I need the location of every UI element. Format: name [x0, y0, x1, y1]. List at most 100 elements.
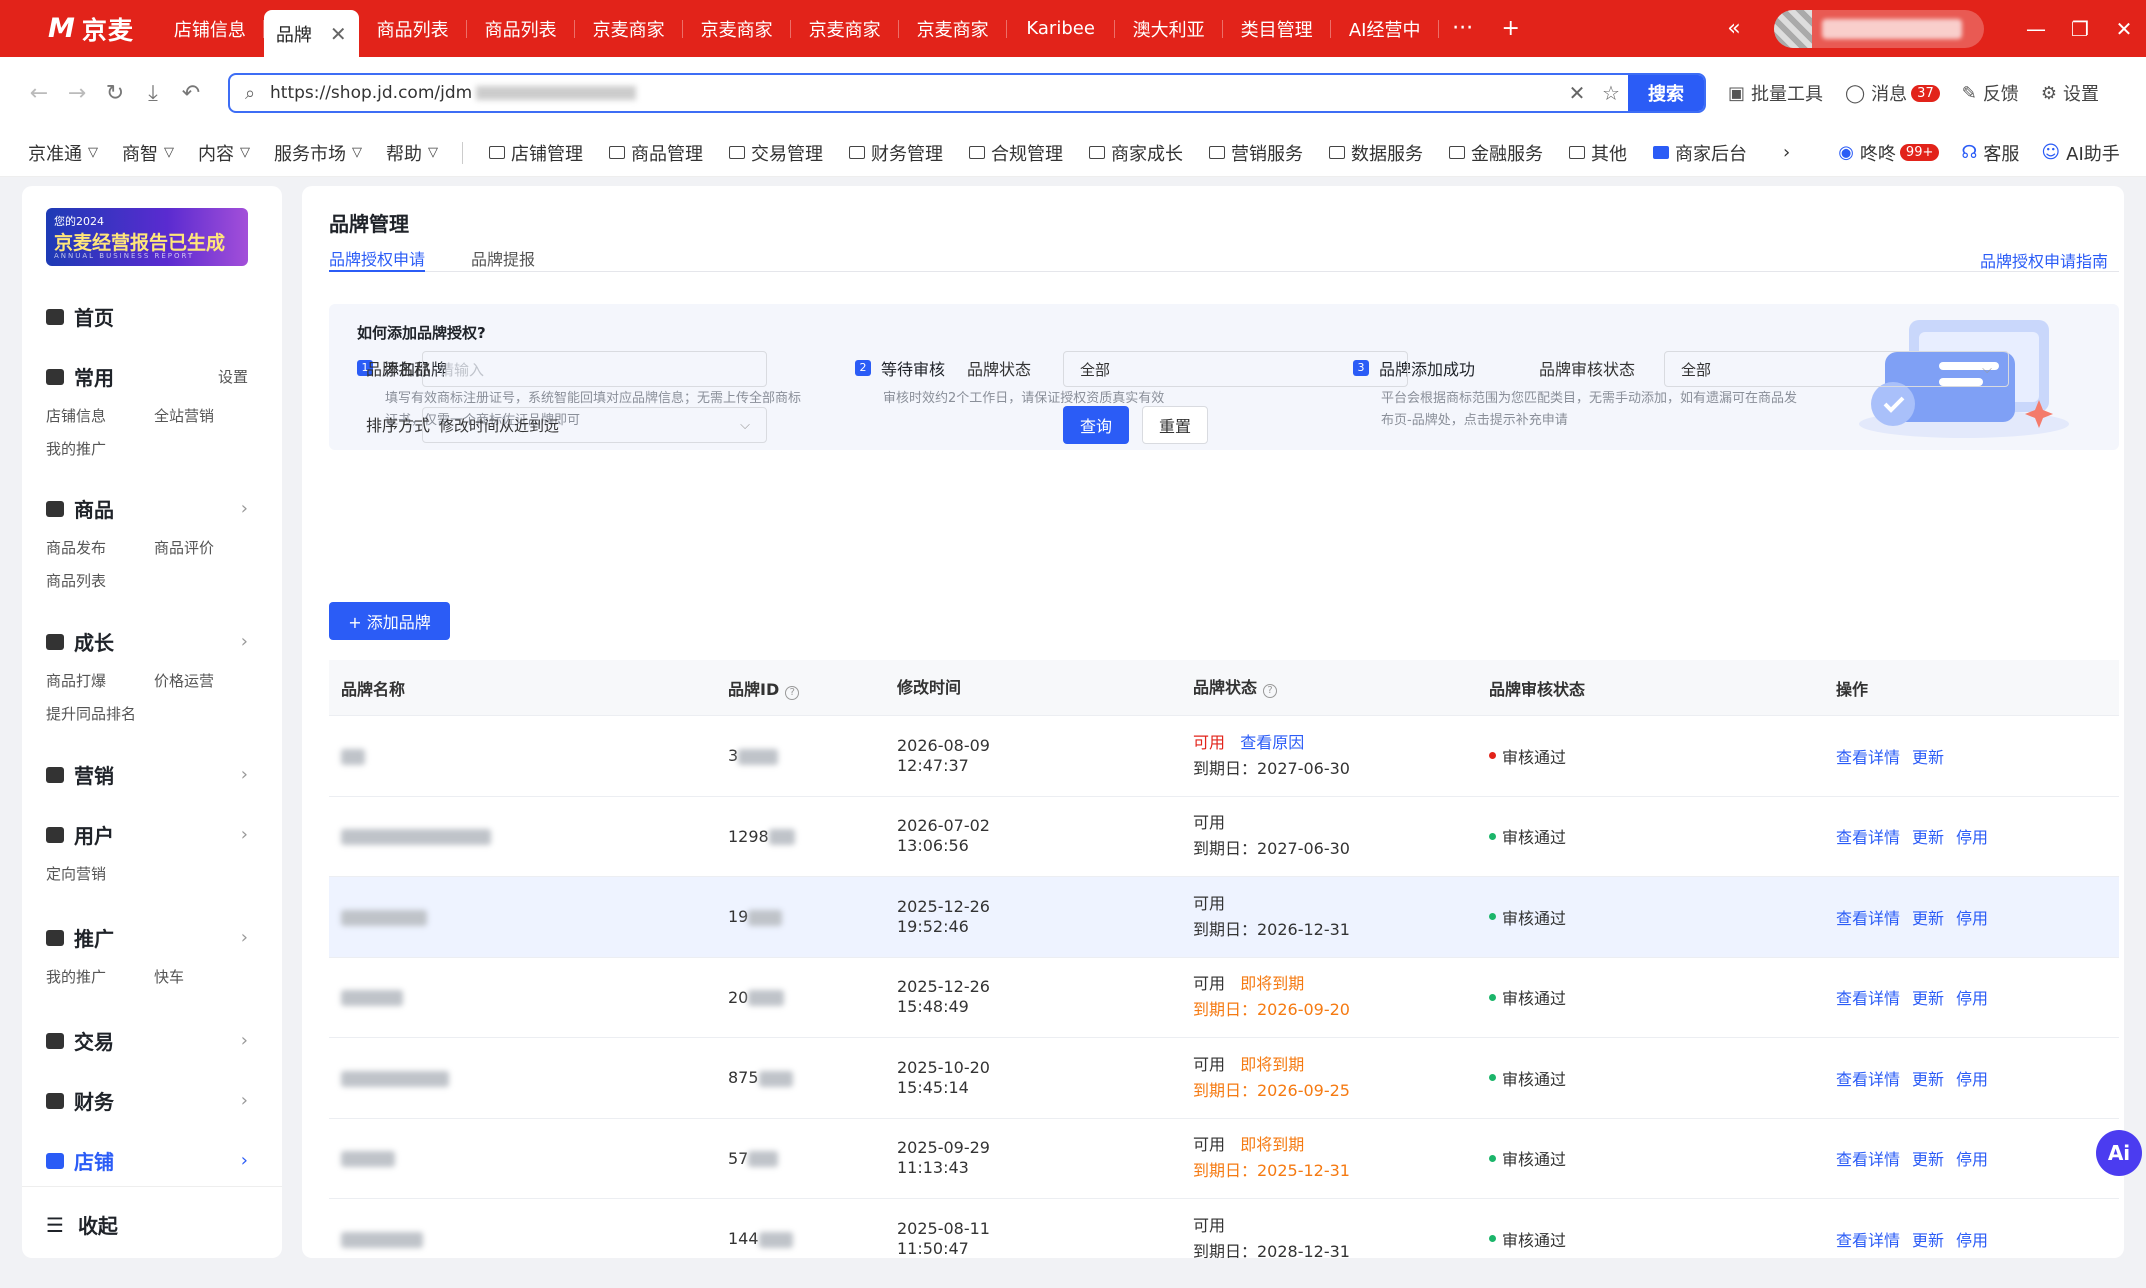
search-button[interactable]: 搜索	[1628, 75, 1704, 111]
disable-link[interactable]: 停用	[1956, 828, 1988, 847]
add-brand-button[interactable]: + 添加品牌	[329, 602, 450, 640]
disable-link[interactable]: 停用	[1956, 909, 1988, 928]
sidebar-subitem[interactable]: 商品评价	[154, 537, 262, 558]
browser-tab[interactable]: AI经营中	[1331, 0, 1439, 57]
more-tabs-icon[interactable]: ···	[1439, 16, 1487, 41]
close-icon[interactable]: ✕	[330, 22, 347, 46]
app-logo[interactable]: M 京麦	[0, 0, 156, 57]
menu-service-market[interactable]: 服务市场 ▽	[274, 140, 362, 166]
sidebar-subitem[interactable]: 商品发布	[46, 537, 154, 558]
disable-link[interactable]: 停用	[1956, 1150, 1988, 1169]
sidebar-subitem[interactable]: 定向营销	[46, 863, 154, 884]
sidebar-item-common[interactable]: 常用 设置	[46, 362, 266, 391]
sidebar-item-users[interactable]: 用户 ›	[46, 820, 266, 849]
link-other[interactable]: 其他	[1569, 140, 1627, 166]
star-icon[interactable]: ☆	[1594, 81, 1628, 105]
ai-assistant-fab[interactable]: Ai	[2096, 1130, 2142, 1176]
disable-link[interactable]: 停用	[1956, 1231, 1988, 1250]
update-link[interactable]: 更新	[1912, 828, 1944, 847]
back-icon[interactable]: ←	[20, 81, 58, 106]
menu-content[interactable]: 内容 ▽	[198, 140, 250, 166]
chevron-right-icon[interactable]: ›	[1783, 142, 1790, 163]
browser-tab[interactable]: 京麦商家	[899, 0, 1007, 57]
browser-tab[interactable]: 商品列表	[359, 0, 467, 57]
sidebar-subitem[interactable]: 全站营销	[154, 405, 262, 426]
audit-status-select[interactable]: 全部 ⌵	[1664, 351, 2009, 387]
customer-service-button[interactable]: ☊ 客服	[1961, 140, 2019, 166]
tab-brand-apply[interactable]: 品牌授权申请	[329, 246, 426, 272]
link-trade-management[interactable]: 交易管理	[729, 140, 823, 166]
restore-icon[interactable]: ❐	[2058, 17, 2102, 41]
messages-button[interactable]: ◯ 消息 37	[1845, 80, 1940, 106]
browser-tab[interactable]: 商品列表	[467, 0, 575, 57]
update-link[interactable]: 更新	[1912, 909, 1944, 928]
sidebar-subitem[interactable]: 价格运营	[154, 670, 262, 691]
view-detail-link[interactable]: 查看详情	[1836, 1231, 1900, 1250]
settings-button[interactable]: ⚙ 设置	[2041, 80, 2099, 106]
feedback-button[interactable]: ✎ 反馈	[1962, 80, 2019, 106]
sidebar-item-promo[interactable]: 推广 ›	[46, 923, 266, 952]
menu-jingzhuntong[interactable]: 京准通 ▽	[28, 140, 98, 166]
annual-report-banner[interactable]: 您的2024 京麦经营报告已生成 ANNUAL BUSINESS REPORT	[46, 208, 248, 266]
browser-tab-active[interactable]: 品牌 ✕	[263, 10, 359, 57]
help-icon[interactable]: ?	[1263, 683, 1278, 698]
minimize-icon[interactable]: —	[2014, 17, 2058, 41]
menu-shangzhi[interactable]: 商智 ▽	[122, 140, 174, 166]
view-detail-link[interactable]: 查看详情	[1836, 989, 1900, 1008]
sidebar-item-growth[interactable]: 成长 ›	[46, 627, 266, 656]
sort-select[interactable]: 修改时间从近到远 ⌵	[422, 407, 767, 443]
help-icon[interactable]: ?	[785, 685, 800, 700]
link-compliance-management[interactable]: 合规管理	[969, 140, 1063, 166]
view-reason-link[interactable]: 查看原因	[1240, 733, 1304, 752]
update-link[interactable]: 更新	[1912, 989, 1944, 1008]
disable-link[interactable]: 停用	[1956, 1070, 1988, 1089]
browser-tab[interactable]: 店铺信息	[156, 0, 264, 57]
menu-help[interactable]: 帮助 ▽	[386, 140, 438, 166]
sidebar-subitem[interactable]: 提升同品排名	[46, 703, 154, 724]
link-finance-management[interactable]: 财务管理	[849, 140, 943, 166]
sidebar-subitem[interactable]: 店铺信息	[46, 405, 154, 426]
browser-tab[interactable]: 京麦商家	[683, 0, 791, 57]
sidebar-item-trade[interactable]: 交易 ›	[46, 1026, 266, 1055]
link-marketing-service[interactable]: 营销服务	[1209, 140, 1303, 166]
query-button[interactable]: 查询	[1063, 406, 1129, 444]
ai-assistant-button[interactable]: ☺ AI助手	[2041, 140, 2119, 166]
link-merchant-backend[interactable]: 商家后台	[1653, 140, 1747, 166]
url-bar[interactable]: ⌕ https://shop.jd.com/jdm ✕ ☆ 搜索	[228, 73, 1706, 113]
forward-icon[interactable]: →	[58, 81, 96, 106]
sidebar-item-finance[interactable]: 财务 ›	[46, 1086, 266, 1115]
tab-brand-report[interactable]: 品牌提报	[471, 246, 535, 272]
view-detail-link[interactable]: 查看详情	[1836, 748, 1900, 767]
update-link[interactable]: 更新	[1912, 1150, 1944, 1169]
sidebar-subitem[interactable]: 我的推广	[46, 438, 154, 459]
sidebar-subitem[interactable]: 商品列表	[46, 570, 154, 591]
view-detail-link[interactable]: 查看详情	[1836, 1070, 1900, 1089]
url-text[interactable]: https://shop.jd.com/jdm	[270, 83, 472, 103]
update-link[interactable]: 更新	[1912, 1231, 1944, 1250]
link-data-service[interactable]: 数据服务	[1329, 140, 1423, 166]
sidebar-item-shop[interactable]: 店铺 ›	[46, 1146, 266, 1175]
sidebar-item-goods[interactable]: 商品 ›	[46, 494, 266, 523]
update-link[interactable]: 更新	[1912, 748, 1944, 767]
browser-tab[interactable]: 京麦商家	[575, 0, 683, 57]
link-merchant-growth[interactable]: 商家成长	[1089, 140, 1183, 166]
sidebar-subitem[interactable]: 快车	[154, 966, 262, 987]
browser-tab[interactable]: 京麦商家	[791, 0, 899, 57]
download-icon[interactable]: ⤓	[134, 81, 172, 106]
collapse-left-icon[interactable]: «	[1714, 16, 1754, 41]
link-goods-management[interactable]: 商品管理	[609, 140, 703, 166]
account-switcher[interactable]	[1774, 9, 1984, 48]
view-detail-link[interactable]: 查看详情	[1836, 828, 1900, 847]
undo-icon[interactable]: ↶	[172, 81, 210, 106]
dongdong-button[interactable]: ◉ 咚咚 99+	[1838, 140, 1940, 166]
sidebar-subitem[interactable]: 我的推广	[46, 966, 154, 987]
reload-icon[interactable]: ↻	[96, 81, 134, 106]
disable-link[interactable]: 停用	[1956, 989, 1988, 1008]
link-finance-service[interactable]: 金融服务	[1449, 140, 1543, 166]
link-shop-management[interactable]: 店铺管理	[489, 140, 583, 166]
brand-name-input[interactable]: 请输入	[422, 351, 767, 387]
common-settings-link[interactable]: 设置	[218, 366, 248, 387]
clear-icon[interactable]: ✕	[1560, 81, 1594, 105]
sidebar-item-home[interactable]: 首页	[46, 302, 266, 331]
sidebar-subitem[interactable]: 商品打爆	[46, 670, 154, 691]
